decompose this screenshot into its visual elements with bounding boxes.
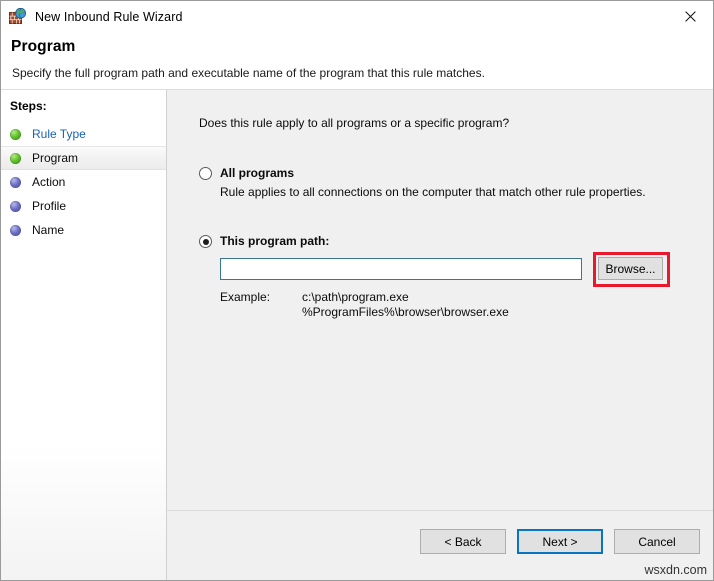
radio-all-programs[interactable]: [199, 167, 212, 180]
example-block: Example: c:\path\program.exe %ProgramFil…: [220, 290, 713, 320]
steps-sidebar: Steps: Rule Type Program Action Profile …: [1, 90, 167, 580]
sidebar-item-label: Name: [32, 223, 64, 237]
example-path-2: %ProgramFiles%\browser\browser.exe: [302, 305, 509, 319]
radio-label-all-programs: All programs: [220, 166, 294, 180]
sidebar-item-label: Action: [32, 175, 65, 189]
browse-button[interactable]: Browse...: [598, 257, 663, 280]
steps-heading: Steps:: [10, 99, 166, 113]
title-bar: New Inbound Rule Wizard: [1, 1, 713, 32]
content-panel: Does this rule apply to all programs or …: [167, 90, 713, 580]
radio-this-program-path[interactable]: [199, 235, 212, 248]
wizard-window: New Inbound Rule Wizard Program Specify …: [0, 0, 714, 581]
example-label: Example:: [220, 290, 302, 304]
cancel-button[interactable]: Cancel: [614, 529, 700, 554]
step-bullet-icon: [10, 201, 21, 212]
firewall-globe-icon: [9, 8, 26, 25]
step-bullet-icon: [10, 225, 21, 236]
sidebar-item-profile[interactable]: Profile: [1, 194, 166, 218]
step-bullet-icon: [10, 177, 21, 188]
next-button[interactable]: Next >: [517, 529, 603, 554]
window-title: New Inbound Rule Wizard: [35, 10, 183, 24]
sidebar-item-name[interactable]: Name: [1, 218, 166, 242]
header-banner: Program Specify the full program path an…: [1, 32, 713, 90]
sidebar-item-label: Rule Type: [32, 127, 86, 141]
sidebar-item-program[interactable]: Program: [1, 146, 166, 170]
sidebar-item-action[interactable]: Action: [1, 170, 166, 194]
program-path-input[interactable]: [220, 258, 582, 280]
step-bullet-icon: [10, 153, 21, 164]
step-bullet-icon: [10, 129, 21, 140]
radio-row-all-programs[interactable]: All programs: [199, 166, 713, 180]
footer-bar: < Back Next > Cancel wsxdn.com: [167, 510, 713, 580]
question-text: Does this rule apply to all programs or …: [199, 116, 713, 130]
back-button[interactable]: < Back: [420, 529, 506, 554]
radio-description-all-programs: Rule applies to all connections on the c…: [220, 185, 713, 199]
page-title: Program: [11, 38, 713, 56]
watermark: wsxdn.com: [644, 563, 707, 577]
example-paths: c:\path\program.exe %ProgramFiles%\brows…: [302, 290, 509, 320]
wizard-body: Steps: Rule Type Program Action Profile …: [1, 90, 713, 580]
program-path-row: Browse...: [220, 257, 713, 280]
option-this-program-path[interactable]: This program path: Browse... Example: c:…: [199, 234, 713, 320]
close-icon: [685, 11, 696, 22]
content-inner: Does this rule apply to all programs or …: [167, 90, 713, 510]
browse-button-wrapper: Browse...: [598, 257, 663, 280]
sidebar-item-rule-type[interactable]: Rule Type: [1, 122, 166, 146]
page-subtitle: Specify the full program path and execut…: [12, 66, 713, 80]
example-path-1: c:\path\program.exe: [302, 290, 409, 304]
radio-row-this-program-path[interactable]: This program path:: [199, 234, 713, 248]
sidebar-item-label: Profile: [32, 199, 66, 213]
radio-label-this-program-path: This program path:: [220, 234, 329, 248]
sidebar-item-label: Program: [32, 151, 78, 165]
option-all-programs[interactable]: All programs Rule applies to all connect…: [199, 166, 713, 199]
footer-buttons: < Back Next > Cancel: [420, 529, 700, 554]
close-button[interactable]: [668, 1, 713, 31]
